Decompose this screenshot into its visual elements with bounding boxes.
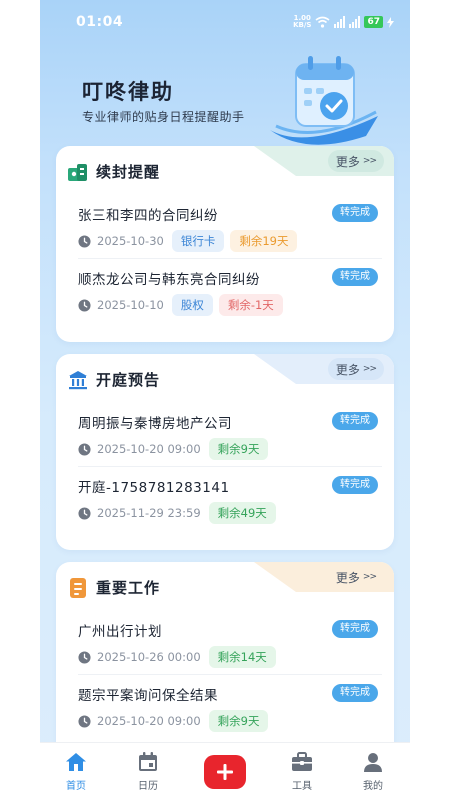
network-speed-unit: KB/S: [293, 21, 312, 29]
mark-complete-button[interactable]: 转完成: [332, 268, 378, 286]
double-chevron-right-icon: >>: [362, 156, 377, 166]
item-date: 2025-11-29 23:59: [97, 506, 201, 520]
courthouse-icon: [69, 371, 87, 390]
item-title: 周明振与秦博房地产公司: [78, 416, 232, 432]
divider: [78, 674, 382, 675]
battery-icon: 67: [364, 16, 383, 28]
app-subtitle: 专业律师的贴身日程提醒助手: [82, 110, 245, 124]
more-label: 更多: [335, 154, 360, 169]
status-time: 01:04: [76, 14, 124, 30]
nav-label: 首页: [66, 781, 86, 792]
item-meta: 2025-10-10 股权 剩余-1天: [78, 294, 283, 316]
mark-complete-button[interactable]: 转完成: [332, 204, 378, 222]
list-item[interactable]: 开庭-1758781283141 转完成 2025-11-29 23:59 剩余…: [78, 476, 382, 541]
card-title: 重要工作: [96, 579, 161, 597]
divider: [78, 258, 382, 259]
item-title: 张三和李四的合同纠纷: [78, 208, 218, 224]
remaining-days-badge: 剩余9天: [208, 710, 269, 732]
asset-tag: 银行卡: [171, 230, 225, 252]
mark-complete-button[interactable]: 转完成: [332, 684, 378, 702]
double-chevron-right-icon: >>: [362, 572, 377, 582]
item-date: 2025-10-20 09:00: [97, 714, 201, 728]
renewal-reminder-card: 续封提醒 更多 >> 张三和李四的合同纠纷 转完成 2025-10-30 银行卡…: [56, 146, 394, 342]
divider: [78, 466, 382, 467]
item-meta: 2025-10-20 09:00 剩余9天: [78, 710, 269, 732]
more-button[interactable]: 更多 >>: [327, 150, 384, 172]
clock-icon: [78, 442, 91, 456]
clock-icon: [78, 506, 91, 520]
calendar-illustration-icon: [270, 56, 378, 145]
list-item[interactable]: 广州出行计划 转完成 2025-10-26 00:00 剩余14天: [78, 620, 382, 685]
mark-complete-button[interactable]: 转完成: [332, 476, 378, 494]
clock-icon: [78, 298, 91, 312]
add-button[interactable]: [204, 755, 246, 789]
item-date: 2025-10-30: [97, 234, 164, 248]
bottom-nav: 首页 日历 工具 我的: [40, 742, 410, 800]
nav-item-tools[interactable]: 工具: [277, 751, 327, 792]
clock-icon: [78, 714, 91, 728]
remaining-days-badge: 剩余49天: [208, 502, 276, 524]
calendar-icon: [139, 752, 157, 771]
signal-icon: [334, 16, 346, 28]
item-title: 广州出行计划: [78, 624, 162, 640]
item-meta: 2025-10-30 银行卡 剩余19天: [78, 230, 298, 252]
important-work-card: 重要工作 更多 >> 广州出行计划 转完成 2025-10-26 00:00 剩…: [56, 562, 394, 758]
item-date: 2025-10-10: [97, 298, 164, 312]
user-icon: [364, 753, 382, 772]
mark-complete-button[interactable]: 转完成: [332, 412, 378, 430]
status-bar: 01:04 1.00 KB/S 67: [40, 0, 410, 44]
more-label: 更多: [335, 570, 360, 585]
list-item[interactable]: 题宗平案询问保全结果 转完成 2025-10-20 09:00 剩余9天: [78, 684, 382, 749]
document-icon: [70, 578, 86, 598]
nav-label: 日历: [138, 781, 158, 792]
nav-item-profile[interactable]: 我的: [348, 751, 398, 792]
nav-item-calendar[interactable]: 日历: [123, 751, 173, 792]
clock-icon: [78, 650, 91, 664]
list-item[interactable]: 周明振与秦博房地产公司 转完成 2025-10-20 09:00 剩余9天: [78, 412, 382, 477]
item-meta: 2025-10-26 00:00 剩余14天: [78, 646, 276, 668]
charging-icon: [387, 16, 394, 28]
card-title: 续封提醒: [96, 163, 161, 181]
hearing-preview-card: 开庭预告 更多 >> 周明振与秦博房地产公司 转完成 2025-10-20 09…: [56, 354, 394, 550]
card-header: 续封提醒 更多 >>: [56, 146, 394, 190]
more-button[interactable]: 更多 >>: [328, 566, 384, 588]
app-title: 叮咚律助: [82, 80, 174, 104]
clock-icon: [78, 234, 91, 248]
signal-icon-2: [349, 16, 361, 28]
nav-label: 工具: [292, 781, 312, 792]
card-title: 开庭预告: [96, 371, 161, 389]
remaining-days-badge: 剩余14天: [208, 646, 276, 668]
item-title: 开庭-1758781283141: [78, 480, 230, 496]
status-icons: 1.00 KB/S 67: [293, 15, 394, 29]
card-header: 重要工作 更多 >>: [56, 562, 394, 606]
mark-complete-button[interactable]: 转完成: [332, 620, 378, 638]
item-date: 2025-10-20 09:00: [97, 442, 201, 456]
app-screen: 01:04 1.00 KB/S 67 叮咚律助 专业律师的贴身日程提醒助手 续封…: [40, 0, 410, 800]
item-title: 题宗平案询问保全结果: [78, 688, 218, 704]
nav-label: 我的: [363, 781, 383, 792]
home-icon: [66, 753, 86, 771]
more-label: 更多: [335, 362, 360, 377]
remaining-days-badge: 剩余9天: [208, 438, 269, 460]
item-meta: 2025-11-29 23:59 剩余49天: [78, 502, 276, 524]
list-item[interactable]: 顺杰龙公司与韩东亮合同纠纷 转完成 2025-10-10 股权 剩余-1天: [78, 268, 382, 333]
network-speed: 1.00 KB/S: [293, 15, 311, 29]
remaining-days-badge: 剩余-1天: [218, 294, 283, 316]
wifi-icon: [315, 16, 330, 28]
double-chevron-right-icon: >>: [362, 364, 377, 374]
list-item[interactable]: 张三和李四的合同纠纷 转完成 2025-10-30 银行卡 剩余19天: [78, 204, 382, 269]
item-title: 顺杰龙公司与韩东亮合同纠纷: [78, 272, 260, 288]
item-date: 2025-10-26 00:00: [97, 650, 201, 664]
more-button[interactable]: 更多 >>: [327, 358, 384, 380]
item-meta: 2025-10-20 09:00 剩余9天: [78, 438, 269, 460]
seal-icon: [68, 164, 87, 181]
asset-tag: 股权: [171, 294, 213, 316]
briefcase-icon: [292, 752, 312, 771]
remaining-days-badge: 剩余19天: [230, 230, 298, 252]
plus-icon: [217, 764, 233, 780]
card-header: 开庭预告 更多 >>: [56, 354, 394, 398]
nav-item-home[interactable]: 首页: [51, 751, 101, 792]
